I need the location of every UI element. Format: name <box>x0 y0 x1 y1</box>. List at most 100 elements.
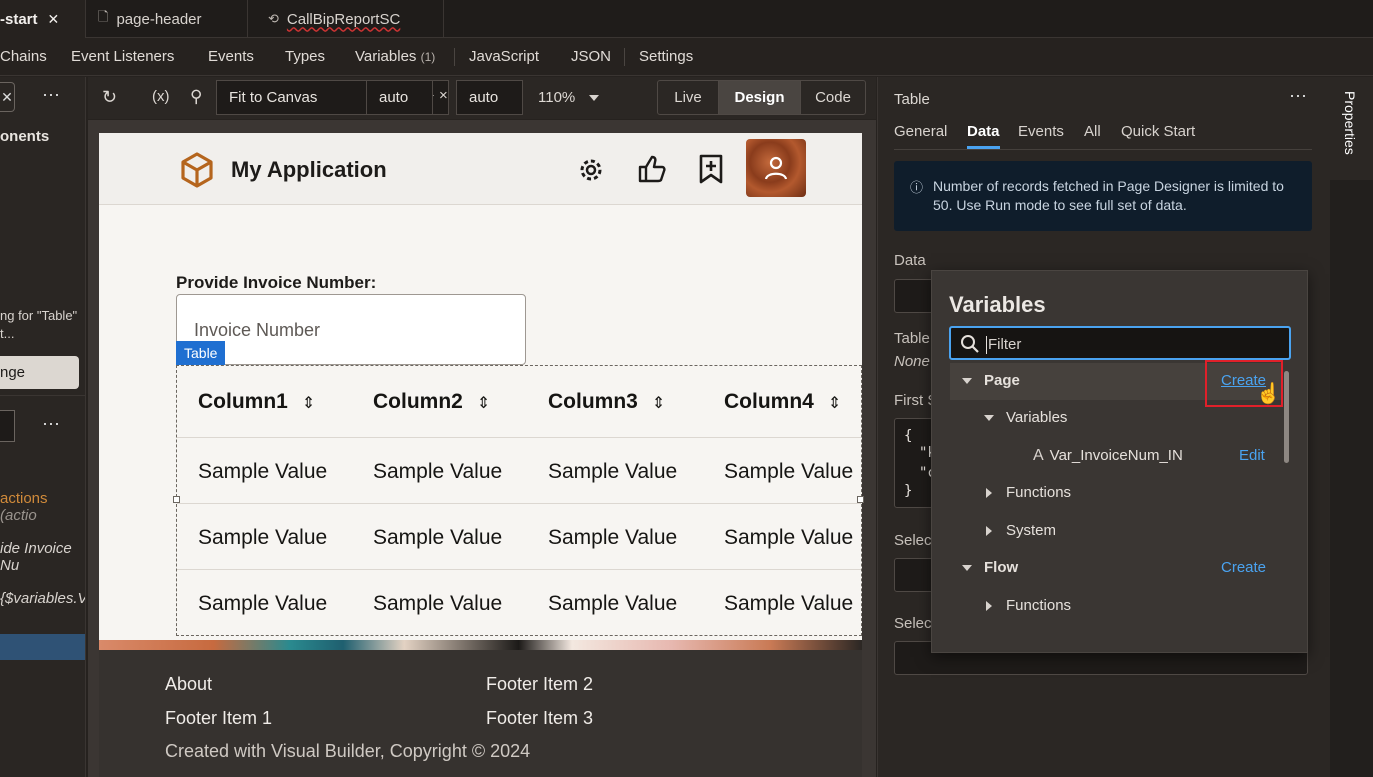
change-button[interactable]: nge <box>0 356 79 389</box>
tab-all[interactable]: All <box>1084 123 1101 140</box>
divider <box>894 149 1312 150</box>
data-input[interactable] <box>894 279 934 313</box>
decorative-art-strip <box>99 640 862 650</box>
column-label: Column2 <box>373 390 463 413</box>
column-header-3[interactable]: Column3 ⇕ <box>548 390 665 414</box>
tree-node-system[interactable]: System <box>986 522 1056 539</box>
flow-functions-label: Functions <box>1006 597 1072 614</box>
tree-node-flow[interactable]: Flow <box>962 559 1018 576</box>
footer-link-item1[interactable]: Footer Item 1 <box>165 708 272 729</box>
tab-label: -start <box>0 10 38 28</box>
data-label: Data <box>894 252 926 269</box>
bookmark-add-icon[interactable] <box>697 153 725 185</box>
table-cell: Sample Value <box>373 592 503 615</box>
selected-tree-row[interactable] <box>0 634 85 660</box>
avatar[interactable] <box>746 139 806 197</box>
text-cursor <box>986 336 987 354</box>
properties-rail: Properties <box>1330 77 1373 777</box>
footer-link-item2[interactable]: Footer Item 2 <box>486 674 593 695</box>
mode-design[interactable]: Design <box>718 80 801 115</box>
mode-live[interactable]: Live <box>657 80 719 115</box>
select-label: Selec <box>894 615 932 632</box>
tab-label: CallBipReportSC <box>286 10 401 28</box>
times-icon: × <box>439 87 448 104</box>
resize-handle[interactable] <box>173 496 180 503</box>
variables-count-badge: (1) <box>420 50 436 64</box>
menu-chains[interactable]: Chains <box>0 48 47 65</box>
tab-page-start[interactable]: -start ✕ <box>0 0 86 38</box>
close-panel-button[interactable]: ✕ <box>0 82 15 112</box>
tree-node-flow-functions[interactable]: Functions <box>986 597 1071 614</box>
table-cell: Sample Value <box>198 592 328 615</box>
info-message: ⓘ Number of records fetched in Page Desi… <box>894 161 1312 231</box>
tree-node-functions[interactable]: Functions <box>986 484 1071 501</box>
table-badge: Table <box>176 341 226 365</box>
scrollbar-thumb[interactable] <box>1284 371 1289 463</box>
zoom-select[interactable]: 110% <box>538 89 600 106</box>
filter-input[interactable]: Filter <box>949 326 1291 360</box>
menu-types[interactable]: Types <box>285 48 325 65</box>
table-cell: Sample Value <box>724 592 854 615</box>
variable-item[interactable]: A Var_InvoiceNum_IN <box>1033 447 1183 465</box>
chevron-down-icon <box>962 565 972 572</box>
create-flow-variable-link[interactable]: Create <box>1221 559 1266 576</box>
column-header-1[interactable]: Column1 ⇕ <box>198 390 315 414</box>
width-input[interactable]: auto <box>366 80 433 115</box>
more-options-icon[interactable]: ⋯ <box>42 85 60 106</box>
sort-icon[interactable]: ⇕ <box>302 395 315 412</box>
tree-node-variables[interactable]: Variables <box>984 409 1067 426</box>
code-brace: } <box>904 483 913 499</box>
column-header-4[interactable]: Column4 ⇕ <box>724 390 841 414</box>
invoice-label: Provide Invoice Number: <box>176 273 377 292</box>
tab-callbipreportsc[interactable]: ⟲ CallBipReportSC <box>248 0 444 38</box>
refresh-icon[interactable]: ↻ <box>102 87 117 108</box>
gear-icon[interactable] <box>576 155 606 185</box>
menu-settings[interactable]: Settings <box>639 48 693 65</box>
tab-data[interactable]: Data <box>967 123 1000 140</box>
tree-item-variables[interactable]: {$variables.V <box>0 590 85 607</box>
variables-toggle-icon[interactable]: (x) <box>152 88 170 105</box>
edit-variable-link[interactable]: Edit <box>1239 447 1265 464</box>
menu-event-listeners[interactable]: Event Listeners <box>71 48 174 65</box>
menu-variables[interactable]: Variables (1) <box>355 48 435 65</box>
resize-handle[interactable] <box>857 496 864 503</box>
footer-link-item3[interactable]: Footer Item 3 <box>486 708 593 729</box>
menu-events[interactable]: Events <box>208 48 254 65</box>
actions-node[interactable]: actions (actio <box>0 490 85 524</box>
footer-link-about[interactable]: About <box>165 674 212 695</box>
tab-quick-start[interactable]: Quick Start <box>1121 123 1195 140</box>
tab-general[interactable]: General <box>894 123 947 140</box>
tab-page-header[interactable]: 🗋 page-header <box>86 0 248 38</box>
column-header-2[interactable]: Column2 ⇕ <box>373 390 490 414</box>
tree-item-invoice[interactable]: ide Invoice Nu <box>0 540 85 574</box>
table-cell: Sample Value <box>548 460 678 483</box>
invoice-number-input[interactable]: Invoice Number <box>176 294 526 365</box>
table-cell: Sample Value <box>548 592 678 615</box>
sort-icon[interactable]: ⇕ <box>652 395 665 412</box>
sort-icon[interactable]: ⇕ <box>477 395 490 412</box>
hand-cursor-icon: ☝ <box>1256 383 1281 405</box>
table-cell: Sample Value <box>724 526 854 549</box>
menu-json[interactable]: JSON <box>571 48 611 65</box>
structure-search-input[interactable] <box>0 410 15 442</box>
more-options-icon[interactable]: ⋯ <box>42 414 60 435</box>
close-icon[interactable]: ✕ <box>48 11 60 28</box>
thumbs-up-icon[interactable] <box>636 153 668 185</box>
page-label: Page <box>984 372 1020 389</box>
actions-label: actions <box>0 490 48 507</box>
user-icon[interactable]: ⚲ <box>190 87 202 107</box>
menu-javascript[interactable]: JavaScript <box>469 48 539 65</box>
json-editor[interactable]: { "k "c } <box>894 418 936 508</box>
sort-icon[interactable]: ⇕ <box>828 395 841 412</box>
tab-events[interactable]: Events <box>1018 123 1064 140</box>
more-options-icon[interactable]: ⋯ <box>1289 86 1307 107</box>
variables-picker-popup: Variables Filter Page Create ☝ Variables… <box>931 270 1308 653</box>
tree-node-page[interactable]: Page <box>962 372 1020 389</box>
height-input[interactable]: auto <box>456 80 523 115</box>
mode-code[interactable]: Code <box>800 80 866 115</box>
chevron-right-icon <box>986 526 992 537</box>
chevron-right-icon <box>986 601 992 612</box>
designer-menu-bar: Chains Event Listeners Events Types Vari… <box>0 38 1373 76</box>
table-cell: Sample Value <box>724 460 854 483</box>
select-input[interactable] <box>894 558 934 592</box>
